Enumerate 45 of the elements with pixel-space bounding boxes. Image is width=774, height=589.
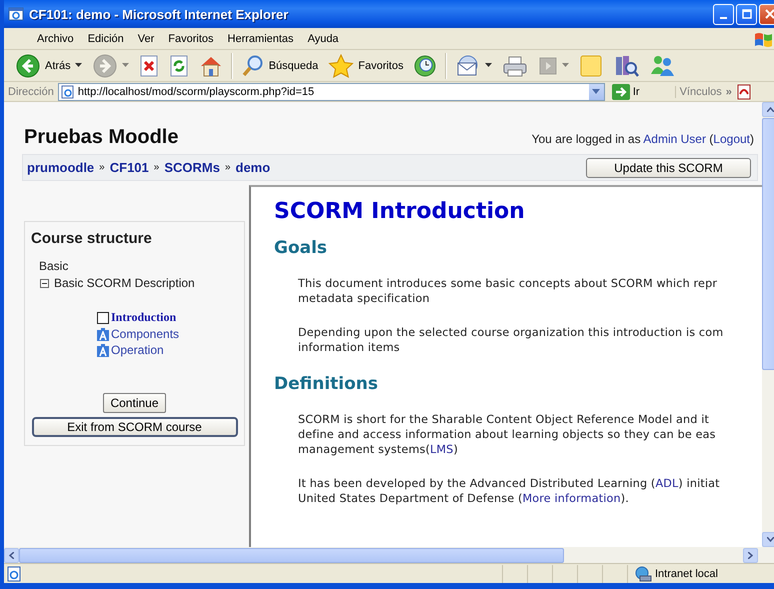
link[interactable]: Logout — [713, 132, 750, 146]
link[interactable]: LMS — [430, 443, 454, 456]
breadcrumb-link[interactable]: SCORMs — [164, 160, 220, 175]
site-title: Pruebas Moodle — [24, 126, 178, 149]
tree-item[interactable]: Introduction — [97, 310, 244, 325]
menu-item[interactable]: Ayuda — [300, 32, 346, 44]
exit-button[interactable]: Exit from SCORM course — [32, 417, 238, 437]
section-heading: Goals — [274, 238, 328, 258]
menu-item[interactable]: Archivo — [30, 32, 81, 44]
paragraph: Depending upon the selected course organization this introduction is com information items — [298, 325, 724, 355]
toolbar-button[interactable]: Favoritos — [325, 52, 406, 80]
breadcrumb-separator: » — [224, 162, 231, 173]
paragraph: It has been developed by the Advanced Distributed Learning (ADL) initiat United States Department of Defense (More information). — [298, 476, 721, 506]
tree-item[interactable]: Operation — [97, 343, 244, 357]
organization-label: Basic — [38, 259, 70, 273]
breadcrumb-separator: » — [99, 162, 105, 173]
paragraph: SCORM is short for the Sharable Content Object Reference Model and it define and access information about learning objects so they can be eas management systems(LMS) — [298, 412, 717, 457]
zone-label: Intranet local — [655, 568, 718, 580]
block-title: Course structure — [30, 230, 153, 249]
links-button[interactable]: Vínculos » — [674, 86, 732, 98]
menu-item[interactable]: Edición — [80, 32, 131, 44]
continue-button[interactable]: Continue — [103, 393, 166, 413]
address-field[interactable]: http://localhost/mod/scorm/playscorm.php?id=15 — [58, 82, 605, 100]
update-button[interactable]: Update this SCORM — [586, 158, 751, 178]
toolbar-button[interactable]: Búsqueda — [238, 52, 322, 80]
breadcrumb-link[interactable]: demo — [236, 160, 270, 175]
go-button[interactable]: Ir — [608, 84, 643, 100]
tree-item[interactable]: Components — [97, 327, 244, 341]
page-heading: SCORM Introduction — [274, 199, 526, 224]
breadcrumb-link[interactable]: CF101 — [110, 160, 149, 175]
section-heading: Definitions — [274, 374, 380, 394]
menu-item[interactable]: Favoritos — [161, 32, 221, 44]
window-title: CF101: demo - Microsoft Internet Explorer — [29, 6, 290, 22]
link[interactable]: ADL — [655, 477, 678, 490]
menu-item[interactable]: Herramientas — [220, 32, 301, 44]
tree-item[interactable]: Basic SCORM Description — [54, 276, 195, 290]
address-label: Dirección — [8, 86, 54, 98]
paragraph: This document introduces some basic concepts about SCORM which repr metadata specification — [298, 276, 718, 306]
breadcrumb-separator: » — [154, 162, 160, 173]
breadcrumb-link[interactable]: prumoodle — [27, 160, 94, 175]
menu-item[interactable]: Ver — [130, 32, 162, 44]
link[interactable]: Admin User — [643, 132, 706, 146]
toolbar-button[interactable]: Atrás — [12, 52, 85, 80]
link[interactable]: More information — [522, 492, 621, 505]
login-text: You are logged in as Admin User (Logout) — [532, 132, 754, 146]
